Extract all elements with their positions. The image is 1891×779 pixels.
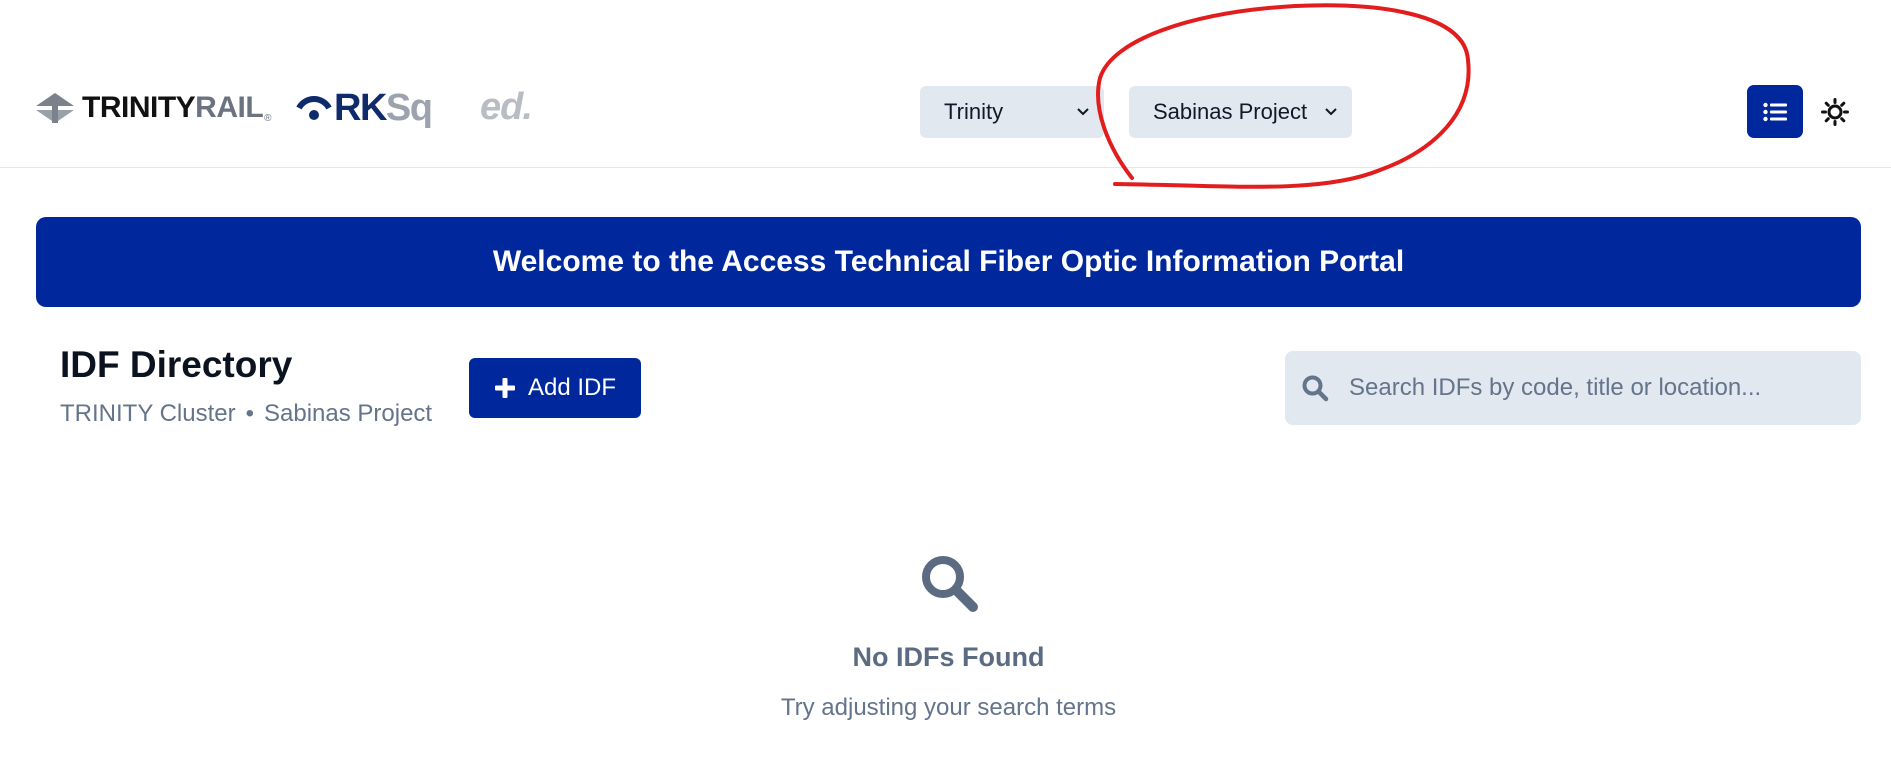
logo-rail-text: RAIL [195, 91, 264, 124]
logo-rk-text: RK [334, 86, 387, 129]
breadcrumb: TRINITY Cluster • Sabinas Project [60, 400, 432, 428]
empty-state-subtitle: Try adjusting your search terms [780, 694, 1117, 721]
trinityrail-logo: TRINITY RAIL ® [36, 92, 272, 124]
list-view-button[interactable] [1747, 85, 1803, 138]
theme-toggle-button[interactable] [1819, 96, 1851, 128]
welcome-banner: Welcome to the Access Technical Fiber Op… [36, 217, 1861, 307]
sun-icon [1821, 98, 1849, 126]
logo-registered-mark: ® [264, 113, 272, 124]
add-idf-button[interactable]: Add IDF [469, 358, 641, 418]
logo-trinity-text: TRINITY [82, 91, 196, 124]
ed-logo: ed. [480, 86, 533, 128]
page-title: IDF Directory [60, 344, 293, 385]
cluster-name: TRINITY Cluster [60, 400, 236, 427]
project-name: Sabinas Project [264, 400, 433, 427]
search-icon [1302, 375, 1329, 402]
project-select[interactable]: Sabinas Project [1129, 86, 1352, 138]
logo-sq-text: Sq [385, 86, 433, 129]
rksq-logo: RK Sq [296, 86, 433, 130]
cluster-select[interactable]: Trinity [920, 86, 1104, 138]
list-icon [1763, 102, 1787, 121]
chevron-down-icon [1077, 108, 1089, 116]
cluster-select-value: Trinity [944, 99, 1004, 124]
empty-state-title: No IDFs Found [852, 642, 1045, 672]
rksq-logo-icon [296, 96, 332, 120]
banner-text: Welcome to the Access Technical Fiber Op… [492, 245, 1405, 278]
search-icon [922, 556, 978, 612]
plus-icon [494, 378, 515, 398]
app-header: TRINITY RAIL ® RK Sq ed. Trinity Sabinas… [0, 0, 1891, 168]
search-bar[interactable] [1285, 351, 1861, 425]
add-idf-label: Add IDF [527, 374, 617, 401]
breadcrumb-separator: • [245, 400, 254, 427]
trinity-logo-icon [36, 93, 74, 123]
search-input[interactable] [1349, 374, 1861, 402]
chevron-down-icon [1325, 108, 1337, 116]
project-select-value: Sabinas Project [1153, 99, 1308, 124]
